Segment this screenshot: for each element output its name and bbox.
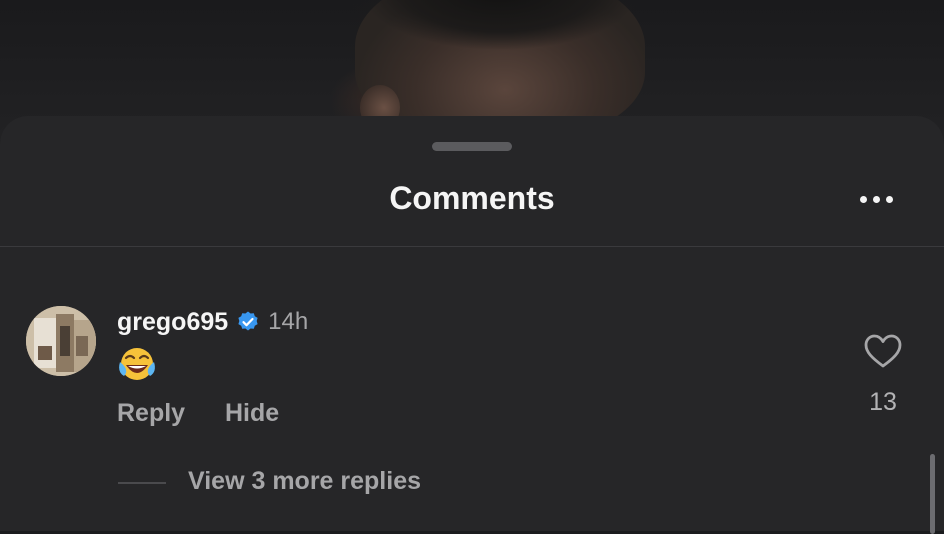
more-horizontal-icon-dot bbox=[872, 195, 880, 203]
sheet-title: Comments bbox=[389, 180, 555, 216]
reply-button[interactable]: Reply bbox=[117, 399, 185, 428]
avatar[interactable] bbox=[26, 306, 96, 376]
hide-button[interactable]: Hide bbox=[225, 399, 279, 428]
comment-header: grego695 14h bbox=[117, 306, 308, 338]
like-count: 13 bbox=[869, 388, 897, 416]
replies-connector-line bbox=[118, 482, 166, 484]
more-horizontal-icon bbox=[859, 195, 867, 203]
face-with-tears-of-joy-icon bbox=[119, 348, 155, 380]
comment-username[interactable]: grego695 bbox=[117, 308, 228, 337]
heart-outline-icon[interactable] bbox=[864, 334, 902, 370]
scrollbar[interactable] bbox=[930, 454, 935, 534]
view-more-replies-button[interactable]: View 3 more replies bbox=[188, 467, 421, 496]
comments-sheet: Comments grego695 14h Reply Hide 13 View… bbox=[0, 116, 944, 534]
header-divider bbox=[0, 246, 944, 247]
comment-timestamp: 14h bbox=[268, 308, 309, 335]
sheet-drag-handle[interactable] bbox=[432, 142, 512, 151]
more-options-button[interactable] bbox=[852, 188, 900, 210]
verified-badge-icon bbox=[238, 311, 258, 331]
avatar-photo bbox=[26, 306, 96, 376]
more-horizontal-icon-dot bbox=[885, 195, 893, 203]
